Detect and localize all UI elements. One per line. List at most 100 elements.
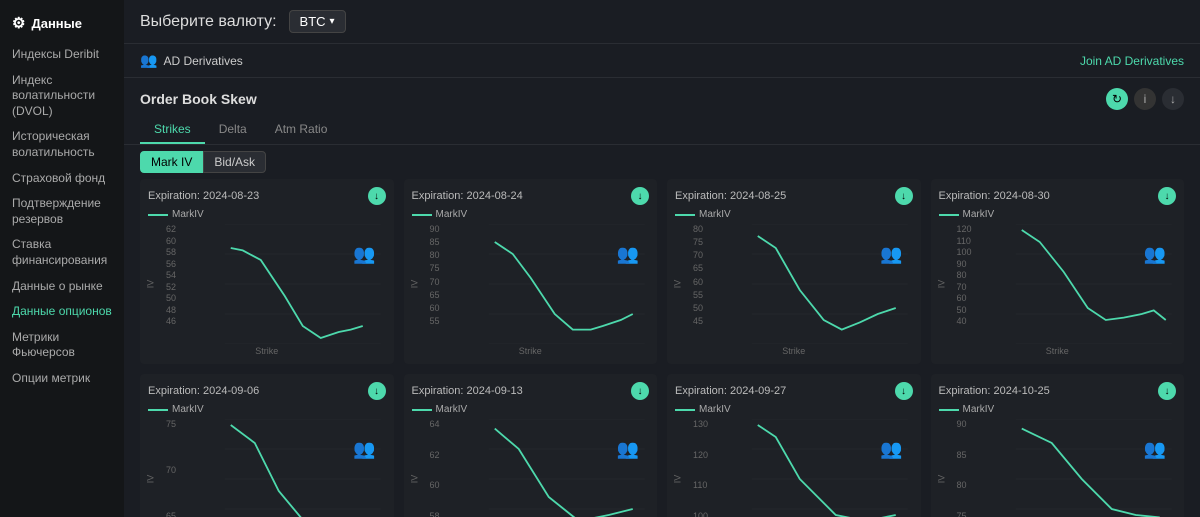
chart-title: Expiration: 2024-08-25 (675, 190, 786, 202)
ad-banner: 👥 AD Derivatives Join AD Derivatives (124, 44, 1200, 78)
users-icon: 👥 (880, 439, 902, 460)
ad-left: 👥 AD Derivatives (140, 52, 243, 69)
legend-label: MarkIV (172, 209, 204, 220)
tabs-bar: StrikesDeltaAtm Ratio (124, 116, 1200, 145)
chart-card: Expiration: 2024-08-24↓MarkIV90858075706… (404, 179, 658, 364)
chart-area: 130120110100 IV 👥 (675, 419, 913, 517)
y-axis-label: IV (145, 475, 155, 484)
chart-download-button[interactable]: ↓ (1158, 187, 1176, 205)
legend-line-icon (148, 409, 168, 411)
view-btn-bid-ask[interactable]: Bid/Ask (203, 151, 266, 173)
sidebar-item-0[interactable]: Индексы Deribit (0, 42, 124, 68)
chart-legend: MarkIV (675, 404, 913, 415)
chart-area: 8075706560555045IV👥 (675, 224, 913, 344)
x-axis-label: Strike (148, 346, 386, 356)
x-axis-label: Strike (675, 346, 913, 356)
chart-header: Expiration: 2024-08-23 ↓ (148, 187, 386, 205)
chart-title: Expiration: 2024-08-24 (412, 190, 523, 202)
tab-strikes[interactable]: Strikes (140, 116, 205, 144)
chart-card: Expiration: 2024-08-30 ↓ MarkIV 12011010090… (931, 179, 1185, 364)
legend-label: MarkIV (699, 404, 731, 415)
chart-header: Expiration: 2024-09-13↓ (412, 382, 650, 400)
chart-download-button[interactable]: ↓ (631, 187, 649, 205)
legend-line-icon (412, 409, 432, 411)
section-header: Order Book Skew ↻ i ↓ (124, 78, 1200, 116)
chart-svg (448, 419, 686, 517)
chart-title: Expiration: 2024-10-25 (939, 385, 1050, 397)
view-btn-mark iv[interactable]: Mark IV (140, 151, 203, 173)
users-icon: 👥 (1144, 244, 1166, 265)
tab-delta[interactable]: Delta (205, 116, 261, 144)
chart-download-button[interactable]: ↓ (1158, 382, 1176, 400)
chart-svg (184, 419, 422, 517)
chart-header: Expiration: 2024-08-24 ↓ (412, 187, 650, 205)
users-icon: 👥 (880, 244, 902, 265)
legend-label: MarkIV (963, 404, 995, 415)
chart-svg (184, 224, 422, 344)
page-title: Выберите валюту: (140, 13, 277, 31)
chart-title: Expiration: 2024-08-23 (148, 190, 259, 202)
download-button[interactable]: ↓ (1162, 88, 1184, 110)
sidebar-item-7[interactable]: Данные опционов (0, 299, 124, 325)
view-buttons-group: Mark IVBid/Ask (124, 145, 1200, 179)
legend-line-icon (939, 409, 959, 411)
sidebar-item-9[interactable]: Опции метрик (0, 366, 124, 392)
chart-download-button[interactable]: ↓ (368, 382, 386, 400)
sidebar-brand: ⚙ Данные (0, 8, 124, 42)
y-ticks: 64626058 (430, 419, 440, 517)
sidebar-item-8[interactable]: Метрики Фьючерсов (0, 325, 124, 366)
chart-download-button[interactable]: ↓ (631, 382, 649, 400)
sidebar-item-5[interactable]: Ставка финансирования (0, 232, 124, 273)
refresh-button[interactable]: ↻ (1106, 88, 1128, 110)
legend-line-icon (412, 214, 432, 216)
chart-header: Expiration: 2024-09-06↓ (148, 382, 386, 400)
chart-area: 90858075 IV 👥 (939, 419, 1177, 517)
main-content: Выберите валюту: BTC ▾ 👥 AD Derivatives … (124, 0, 1200, 517)
chart-legend: MarkIV (148, 404, 386, 415)
info-button[interactable]: i (1134, 88, 1156, 110)
chart-card: Expiration: 2024-08-23 ↓ MarkIV 62605856545… (140, 179, 394, 364)
legend-line-icon (675, 214, 695, 216)
chart-card: Expiration: 2024-10-25 ↓ MarkIV 90858075 IV 👥… (931, 374, 1185, 517)
y-ticks: 90858075 (957, 419, 967, 517)
legend-line-icon (148, 214, 168, 216)
chart-download-button[interactable]: ↓ (895, 382, 913, 400)
users-icon: 👥 (617, 439, 639, 460)
users-icon: 👥 (617, 244, 639, 265)
chart-legend: MarkIV (148, 209, 386, 220)
chart-area: 626058565452504846IV👥 (148, 224, 386, 344)
sidebar-item-2[interactable]: Историческая волатильность (0, 124, 124, 165)
sidebar-item-3[interactable]: Страховой фонд (0, 166, 124, 192)
chart-header: Expiration: 2024-08-30 ↓ (939, 187, 1177, 205)
ad-join-link[interactable]: Join AD Derivatives (1080, 54, 1184, 68)
y-axis-label: IV (936, 280, 946, 289)
chart-svg (711, 419, 949, 517)
section-title: Order Book Skew (140, 91, 257, 107)
y-ticks: 120110100908070605040 (957, 224, 972, 326)
y-axis-label: IV (936, 475, 946, 484)
users-icon: 👥 (1144, 439, 1166, 460)
chart-title: Expiration: 2024-08-30 (939, 190, 1050, 202)
sidebar-item-6[interactable]: Данные о рынке (0, 274, 124, 300)
currency-select-button[interactable]: BTC ▾ (289, 10, 346, 33)
chart-download-button[interactable]: ↓ (368, 187, 386, 205)
chart-area: 120110100908070605040 IV 👥 (939, 224, 1177, 344)
sidebar-item-4[interactable]: Подтверждение резервов (0, 191, 124, 232)
y-ticks: 130120110100 (693, 419, 708, 517)
tab-atm-ratio[interactable]: Atm Ratio (261, 116, 342, 144)
chart-legend: MarkIV (412, 404, 650, 415)
chart-header: Expiration: 2024-09-27↓ (675, 382, 913, 400)
sidebar-item-1[interactable]: Индекс волатильности (DVOL) (0, 68, 124, 125)
y-axis-label: IV (409, 475, 419, 484)
users-icon: 👥 (353, 244, 375, 265)
chart-card: Expiration: 2024-09-27↓ MarkIV 13012011010… (667, 374, 921, 517)
legend-label: MarkIV (699, 209, 731, 220)
users-icon: 👥 (353, 439, 375, 460)
charts-container: Expiration: 2024-08-23 ↓ MarkIV 62605856545… (124, 179, 1200, 517)
chart-legend: MarkIV (412, 209, 650, 220)
chart-legend: MarkIV (939, 209, 1177, 220)
chart-download-button[interactable]: ↓ (895, 187, 913, 205)
chart-area: 64626058 IV 👥 (412, 419, 650, 517)
chart-svg (975, 419, 1200, 517)
y-axis-label: IV (672, 475, 682, 484)
